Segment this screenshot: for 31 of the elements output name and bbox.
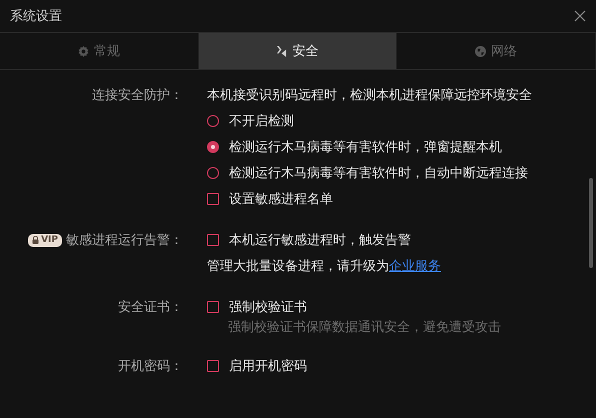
- checkbox[interactable]: [207, 234, 219, 246]
- setting-label: 安全证书：: [118, 299, 183, 316]
- radio-button[interactable]: [207, 167, 219, 179]
- checkbox[interactable]: [207, 193, 219, 205]
- flag-icon: [276, 46, 288, 56]
- setting-label: 开机密码：: [118, 358, 183, 375]
- checkbox[interactable]: [207, 301, 219, 313]
- window-title: 系统设置: [10, 8, 62, 25]
- close-icon[interactable]: [574, 10, 586, 22]
- option-label[interactable]: 启用开机密码: [229, 357, 307, 375]
- hint-text: 强制校验证书保障数据通讯安全，避免遭受攻击: [227, 319, 502, 337]
- option-label[interactable]: 强制校验证书: [229, 298, 307, 316]
- option-label[interactable]: 不开启检测: [229, 112, 294, 130]
- option-label[interactable]: 本机运行敏感进程时，触发告警: [229, 231, 411, 249]
- radio-button[interactable]: [207, 141, 219, 153]
- setting-label: 敏感进程运行告警：: [66, 232, 183, 249]
- upgrade-link[interactable]: 企业服务: [389, 259, 441, 274]
- option-label[interactable]: 检测运行木马病毒等有害软件时，弹窗提醒本机: [229, 138, 502, 156]
- gear-icon: [78, 46, 89, 56]
- checkbox[interactable]: [207, 360, 219, 372]
- scrollbar-thumb[interactable]: [589, 178, 593, 268]
- description-text: 管理大批量设备进程，请升级为企业服务: [207, 258, 441, 275]
- option-label[interactable]: 设置敏感进程名单: [229, 190, 333, 208]
- vip-badge: VIP: [28, 234, 62, 246]
- globe-icon: [475, 46, 486, 56]
- option-label[interactable]: 检测运行木马病毒等有害软件时，自动中断远程连接: [229, 164, 528, 182]
- radio-button[interactable]: [207, 115, 219, 127]
- setting-label: 连接安全防护：: [92, 87, 183, 104]
- lock-icon: [32, 236, 40, 244]
- tab[interactable]: 安全: [198, 33, 398, 69]
- description-text: 本机接受识别码远程时，检测本机进程保障远控环境安全: [207, 87, 532, 104]
